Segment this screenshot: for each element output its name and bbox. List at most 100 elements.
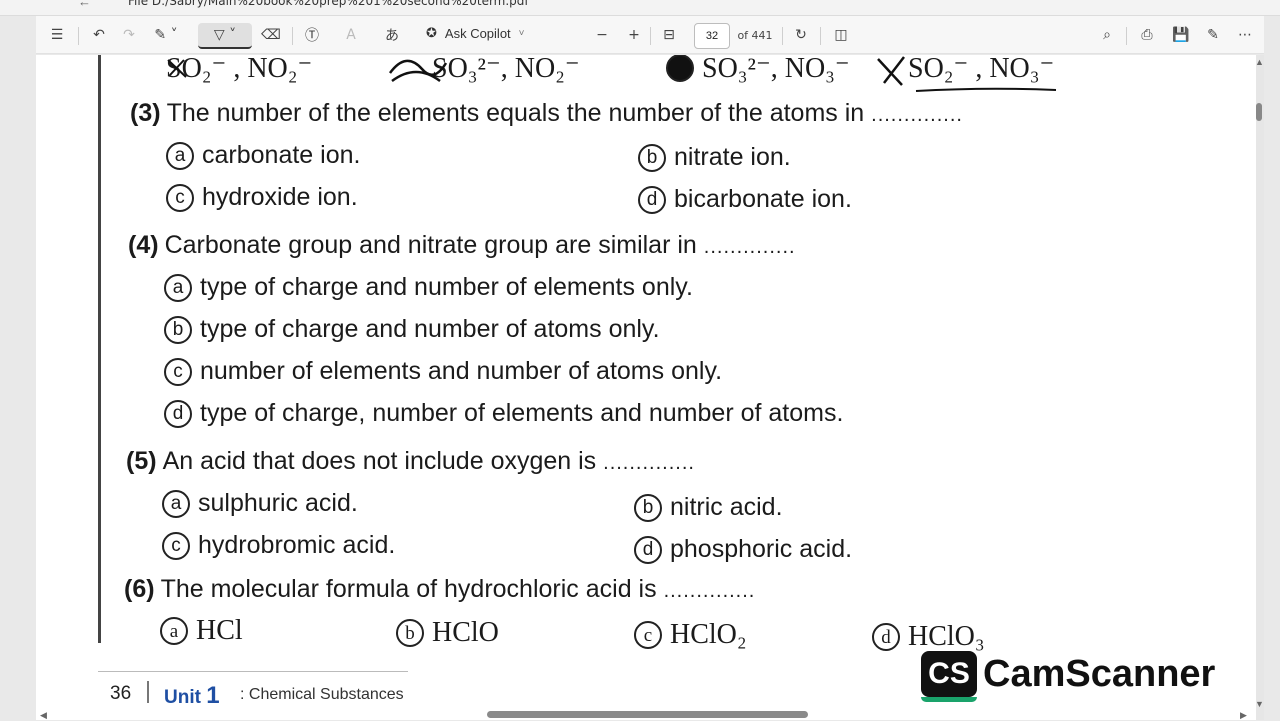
question-text: The molecular formula of hydrochloric ac… xyxy=(160,575,657,603)
fit-page-icon[interactable]: ⊟ xyxy=(658,25,680,45)
option-text: carbonate ion. xyxy=(202,141,361,169)
question-text: Carbonate group and nitrate group are si… xyxy=(164,231,697,259)
page-number-input[interactable]: 32 xyxy=(694,23,730,49)
question-number: (3) xyxy=(130,99,161,127)
ask-copilot-button[interactable]: ✪ Ask Copilot ˅ xyxy=(426,25,525,41)
answer-blank: .............. xyxy=(871,104,963,126)
copilot-icon: ✪ xyxy=(426,25,437,40)
q6-option-d: d HClO₃ xyxy=(872,621,985,653)
option-letter: a xyxy=(160,617,188,645)
vertical-scrollbar[interactable]: ▲ ▼ xyxy=(1254,55,1264,715)
option-text: HCl xyxy=(196,615,243,646)
chapter-title: : Chemical Substances xyxy=(240,686,404,703)
print-icon[interactable]: ⎙ xyxy=(1136,25,1158,45)
unit-label: Unit 1 xyxy=(164,682,220,710)
search-icon[interactable]: ⌕ xyxy=(1096,25,1118,45)
q3-option-d: d bicarbonate ion. xyxy=(638,185,852,214)
contents-icon[interactable]: ☰ xyxy=(46,25,68,45)
translate-icon[interactable]: あ xyxy=(380,25,404,45)
answer-blank: .............. xyxy=(603,452,695,474)
vertical-scroll-thumb[interactable] xyxy=(1256,103,1262,121)
question-4: (4) Carbonate group and nitrate group are… xyxy=(128,231,796,260)
zoom-in-button[interactable]: + xyxy=(624,25,644,45)
scroll-right-icon[interactable]: ▶ xyxy=(1240,710,1247,721)
camscanner-watermark: CS CamScanner xyxy=(921,651,1215,702)
question-number: (5) xyxy=(126,447,157,475)
handwritten-marks xyxy=(167,56,1057,92)
text-box-icon[interactable]: Ⓣ xyxy=(300,25,324,45)
scroll-left-icon[interactable]: ◀ xyxy=(40,710,47,721)
save-as-icon[interactable]: ✎ xyxy=(1202,25,1224,45)
option-letter: d xyxy=(638,185,666,214)
answer-blank: .............. xyxy=(703,236,796,258)
pdf-page: SO₂⁻ , NO₂⁻ SO₃²⁻, NO₂⁻ SO₃²⁻, NO₃⁻ SO₂⁻… xyxy=(36,55,1256,720)
unit-word: Unit xyxy=(164,687,201,708)
divider xyxy=(650,27,651,45)
q3-option-c: c hydroxide ion. xyxy=(166,183,358,212)
option-text: nitric acid. xyxy=(670,493,783,521)
pdf-toolbar: ☰ ↶ ↷ ✎ ˅ ▽ ˅ ⌫ Ⓣ A あ ✪ Ask Copilot ˅ − … xyxy=(36,16,1264,54)
rotate-icon[interactable]: ↻ xyxy=(790,25,812,45)
footer-divider xyxy=(147,681,149,703)
divider xyxy=(78,27,79,45)
draw-tool-icon[interactable]: ✎ ˅ xyxy=(148,25,184,45)
q3-option-a: a carbonate ion. xyxy=(166,141,360,170)
divider xyxy=(782,27,783,45)
undo-icon[interactable]: ↶ xyxy=(88,25,110,45)
question-number: (6) xyxy=(124,575,155,603)
q4-option-c: c number of elements and number of atoms … xyxy=(164,357,722,386)
option-letter: b xyxy=(634,493,662,522)
back-icon[interactable]: ← xyxy=(78,0,91,9)
q5-option-c: c hydrobromic acid. xyxy=(162,531,395,560)
redo-icon[interactable]: ↷ xyxy=(118,25,140,45)
scroll-up-icon[interactable]: ▲ xyxy=(1255,57,1264,67)
q6-option-a: a HCl xyxy=(160,615,243,647)
zoom-out-button[interactable]: − xyxy=(592,25,612,45)
option-letter: b xyxy=(164,315,192,344)
option-text: nitrate ion. xyxy=(674,143,791,171)
option-letter: d xyxy=(872,623,900,651)
option-text: hydroxide ion. xyxy=(202,183,358,211)
option-text: type of charge and number of atoms only. xyxy=(200,315,660,343)
option-text: phosphoric acid. xyxy=(670,535,853,563)
option-text: sulphuric acid. xyxy=(198,489,358,517)
save-icon[interactable]: 💾 xyxy=(1170,25,1192,45)
question-3: (3) The number of the elements equals the… xyxy=(130,99,963,128)
option-letter: c xyxy=(164,357,192,386)
address-bar[interactable]: File D:/Sabry/Main%20book%20prep%201%20s… xyxy=(128,0,529,8)
page-total-label: of 441 xyxy=(737,28,773,42)
option-letter: d xyxy=(164,399,192,428)
q4-option-b: b type of charge and number of atoms only… xyxy=(164,315,660,344)
question-number: (4) xyxy=(128,231,159,259)
ask-copilot-label: Ask Copilot xyxy=(444,25,511,41)
divider xyxy=(1126,27,1127,45)
q6-option-b: b HClO xyxy=(396,617,499,649)
option-text: hydrobromic acid. xyxy=(198,531,396,559)
option-text: bicarbonate ion. xyxy=(674,185,852,213)
option-letter: a xyxy=(164,273,192,302)
q4-option-d: d type of charge, number of elements and … xyxy=(164,399,843,428)
q4-option-a: a type of charge and number of elements o… xyxy=(164,273,693,302)
q5-option-a: a sulphuric acid. xyxy=(162,489,358,518)
page-margin-line xyxy=(98,55,101,643)
page-view-icon[interactable]: ◫ xyxy=(830,25,852,45)
option-text: type of charge and number of elements on… xyxy=(200,273,693,301)
question-text: The number of the elements equals the nu… xyxy=(166,99,865,127)
pdf-viewport[interactable]: SO₂⁻ , NO₂⁻ SO₃²⁻, NO₂⁻ SO₃²⁻, NO₃⁻ SO₂⁻… xyxy=(36,55,1264,720)
option-text: HClO xyxy=(432,617,499,648)
horizontal-scroll-thumb[interactable] xyxy=(487,711,808,718)
highlight-tool-icon[interactable]: ▽ ˅ xyxy=(198,23,252,49)
chevron-down-icon: ˅ xyxy=(518,27,525,39)
option-text: type of charge, number of elements and n… xyxy=(200,399,844,427)
scroll-down-icon[interactable]: ▼ xyxy=(1255,699,1264,709)
option-letter: c xyxy=(166,183,194,212)
divider xyxy=(820,27,821,45)
camscanner-logo-icon: CS xyxy=(921,651,977,702)
page-number: 36 xyxy=(110,683,132,704)
read-aloud-icon[interactable]: A xyxy=(340,25,362,45)
divider xyxy=(292,27,293,45)
eraser-icon[interactable]: ⌫ xyxy=(260,25,282,45)
browser-address-strip: ← File D:/Sabry/Main%20book%20prep%201%2… xyxy=(0,0,1280,16)
option-letter: a xyxy=(162,489,190,518)
more-options-icon[interactable]: ⋯ xyxy=(1234,25,1256,45)
